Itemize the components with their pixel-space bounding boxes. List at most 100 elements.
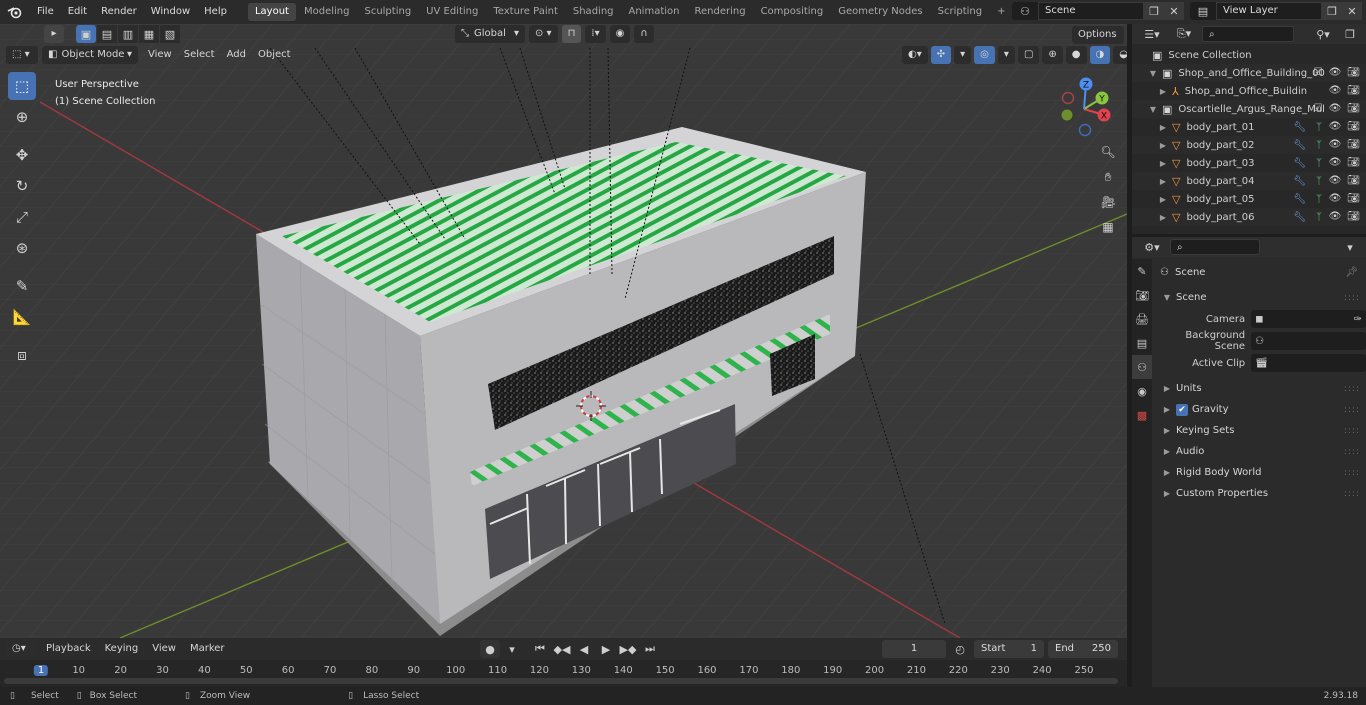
view-layer-tab-icon[interactable]: ▤ xyxy=(1132,331,1152,355)
menu-file[interactable]: File xyxy=(30,0,61,24)
overlays-dropdown-icon[interactable]: ▾ xyxy=(997,46,1015,64)
vertex-group-icon[interactable]: ᛉ xyxy=(1316,176,1322,187)
view-layer-icon[interactable]: ▤ xyxy=(1190,2,1216,20)
rendered-shading-icon[interactable]: ◒ xyxy=(1113,46,1127,64)
pan-hand-icon[interactable]: ✋︎ xyxy=(1097,166,1119,188)
menu-window[interactable]: Window xyxy=(144,0,197,24)
rotate-tool-icon[interactable]: ↻ xyxy=(8,172,36,200)
render-camera-icon[interactable]: 📷︎ xyxy=(1347,103,1360,114)
visibility-eye-icon[interactable]: 👁︎ xyxy=(1329,103,1342,114)
play-reverse-icon[interactable]: ◀ xyxy=(574,640,594,658)
render-camera-icon[interactable]: 📷︎ xyxy=(1347,193,1360,204)
transform-tool-icon[interactable]: ⊛ xyxy=(8,234,36,262)
visibility-eye-icon[interactable]: 👁︎ xyxy=(1329,85,1342,96)
outliner-row[interactable]: ▶ ▽ body_part_02 🔧︎ ᛉ 👁︎ 📷︎ xyxy=(1132,136,1366,154)
tab-rendering[interactable]: Rendering xyxy=(687,3,752,21)
snap-icon[interactable]: ⊓ xyxy=(561,25,582,43)
gizmo-neg-z-axis[interactable] xyxy=(1078,123,1092,137)
expand-right-icon[interactable]: ▶ xyxy=(1158,141,1168,150)
scene-icon[interactable]: ⚇ xyxy=(1012,2,1038,20)
expand-down-icon[interactable]: ▼ xyxy=(1148,69,1158,78)
tab-sculpting[interactable]: Sculpting xyxy=(357,3,418,21)
select-invert-icon[interactable]: ▦ xyxy=(139,25,159,43)
scene-tab-icon[interactable]: ⚇ xyxy=(1132,355,1152,379)
outliner-row[interactable]: ▶ ▽ body_part_05 🔧︎ ᛉ 👁︎ 📷︎ xyxy=(1132,190,1366,208)
filter-icon[interactable]: ⚲▾ xyxy=(1310,25,1336,43)
view-layer-field[interactable]: View Layer xyxy=(1216,2,1322,20)
outliner-row[interactable]: ▶ ▽ body_part_04 🔧︎ ᛉ 👁︎ 📷︎ xyxy=(1132,172,1366,190)
viewport-menu-select[interactable]: Select xyxy=(178,46,221,64)
render-camera-icon[interactable]: 📷︎ xyxy=(1347,67,1360,78)
panel-audio[interactable]: ▶ Audio:::: xyxy=(1154,441,1366,462)
select-subtract-icon[interactable]: ▥ xyxy=(118,25,138,43)
outliner-row[interactable]: ▼ ▣ Oscartielle_Argus_Range_Mul ☑ 👁︎ 📷︎ xyxy=(1132,100,1366,118)
add-cube-tool-icon[interactable]: ⧈ xyxy=(8,341,36,369)
perspective-grid-icon[interactable]: ▦ xyxy=(1097,216,1119,238)
timeline-menu-view[interactable]: View xyxy=(146,640,182,658)
copy-view-layer-icon[interactable]: ❐ xyxy=(1322,2,1342,20)
panel-units[interactable]: ▶ Units:::: xyxy=(1154,378,1366,399)
panel-grip-icon[interactable]: :::: xyxy=(1344,468,1360,478)
tab-shading[interactable]: Shading xyxy=(566,3,621,21)
outliner-search-input[interactable]: ⌕ xyxy=(1202,26,1294,42)
texture-tab-icon[interactable]: ▩ xyxy=(1132,403,1152,427)
solid-shading-icon[interactable]: ● xyxy=(1065,46,1087,64)
timeline-menu-playback[interactable]: Playback xyxy=(40,640,97,658)
visibility-eye-icon[interactable]: 👁︎ xyxy=(1329,175,1342,186)
render-camera-icon[interactable]: 📷︎ xyxy=(1347,85,1360,96)
expand-right-icon[interactable]: ▶ xyxy=(1158,87,1168,96)
render-camera-icon[interactable]: 📷︎ xyxy=(1347,121,1360,132)
properties-search-input[interactable]: ⌕ xyxy=(1170,239,1260,255)
object-mode-dropdown[interactable]: ◧ Object Mode ▾ xyxy=(42,46,138,64)
tab-scripting[interactable]: Scripting xyxy=(931,3,989,21)
properties-editor-type-icon[interactable]: ⚙▾ xyxy=(1138,238,1166,256)
select-box-tool-icon[interactable]: ⬚ xyxy=(8,72,36,100)
viewport-scene[interactable] xyxy=(0,24,1127,638)
render-camera-icon[interactable]: 📷︎ xyxy=(1347,157,1360,168)
camera-view-icon[interactable]: 🎥︎ xyxy=(1097,191,1119,213)
expand-right-icon[interactable]: ▶ xyxy=(1158,159,1168,168)
record-dropdown-icon[interactable]: ▾ xyxy=(502,640,522,658)
panel-grip-icon[interactable]: :::: xyxy=(1344,426,1360,436)
start-frame-field[interactable]: Start 1 xyxy=(974,640,1044,658)
gizmo-neg-y-axis[interactable] xyxy=(1061,109,1073,121)
output-tab-icon[interactable]: 🖨︎ xyxy=(1132,307,1152,331)
gizmo-dropdown-icon[interactable]: ▾ xyxy=(954,46,972,64)
panel-grip-icon[interactable]: :::: xyxy=(1344,447,1360,457)
menu-help[interactable]: Help xyxy=(197,0,234,24)
expand-right-icon[interactable]: ▶ xyxy=(1158,177,1168,186)
timeline-scrollbar[interactable] xyxy=(4,678,1118,684)
modifier-wrench-icon[interactable]: 🔧︎ xyxy=(1293,122,1306,133)
visibility-eye-icon[interactable]: 👁︎ xyxy=(1329,193,1342,204)
wireframe-shading-icon[interactable]: ⊕ xyxy=(1042,46,1063,64)
jump-start-icon[interactable]: ⏮ xyxy=(530,640,550,658)
scene-panel-header[interactable]: ▼ Scene :::: xyxy=(1154,287,1366,308)
outliner-row[interactable]: ▶ ⅄ Shop_and_Office_Buildin 👁︎ 📷︎ xyxy=(1132,82,1366,100)
visibility-eye-icon[interactable]: 👁︎ xyxy=(1329,211,1342,222)
menu-render[interactable]: Render xyxy=(94,0,144,24)
display-mode-icon[interactable]: ⎘▾ xyxy=(1170,25,1198,43)
timeline-menu-marker[interactable]: Marker xyxy=(184,640,231,658)
gravity-checkbox[interactable]: ✔ xyxy=(1176,403,1188,416)
end-frame-field[interactable]: End 250 xyxy=(1048,640,1118,658)
select-intersect-icon[interactable]: ▧ xyxy=(160,25,180,43)
eyedropper-icon[interactable]: ✑ xyxy=(1354,314,1362,325)
modifier-wrench-icon[interactable]: 🔧︎ xyxy=(1293,140,1306,151)
editor-type-button[interactable]: ⬚ ▾ xyxy=(6,46,38,64)
move-tool-icon[interactable]: ✥ xyxy=(8,141,36,169)
add-workspace-button[interactable]: + xyxy=(990,3,1012,21)
record-icon[interactable]: ● xyxy=(480,640,500,658)
vertex-group-icon[interactable]: ᛉ xyxy=(1316,122,1322,133)
pin-icon[interactable]: 📌︎ xyxy=(1345,267,1358,278)
select-extend-icon[interactable]: ▤ xyxy=(97,25,117,43)
current-frame-field[interactable]: 1 xyxy=(882,640,946,658)
close-view-layer-icon[interactable]: ✕ xyxy=(1342,2,1362,20)
3d-viewport[interactable]: ⬚ ▾ ◧ Object Mode ▾ View Select Add Object … xyxy=(0,24,1127,638)
blender-logo-icon[interactable] xyxy=(0,3,30,21)
new-collection-icon[interactable]: ❐ xyxy=(1340,25,1360,43)
gizmo-toggle-icon[interactable]: ✣ xyxy=(930,46,952,64)
visibility-eye-icon[interactable]: 👁︎ xyxy=(1329,157,1342,168)
tool-tab-icon[interactable]: ✎ xyxy=(1132,259,1152,283)
active-clip-field[interactable]: 🎬︎ xyxy=(1251,354,1366,372)
tab-uv-editing[interactable]: UV Editing xyxy=(419,3,485,21)
